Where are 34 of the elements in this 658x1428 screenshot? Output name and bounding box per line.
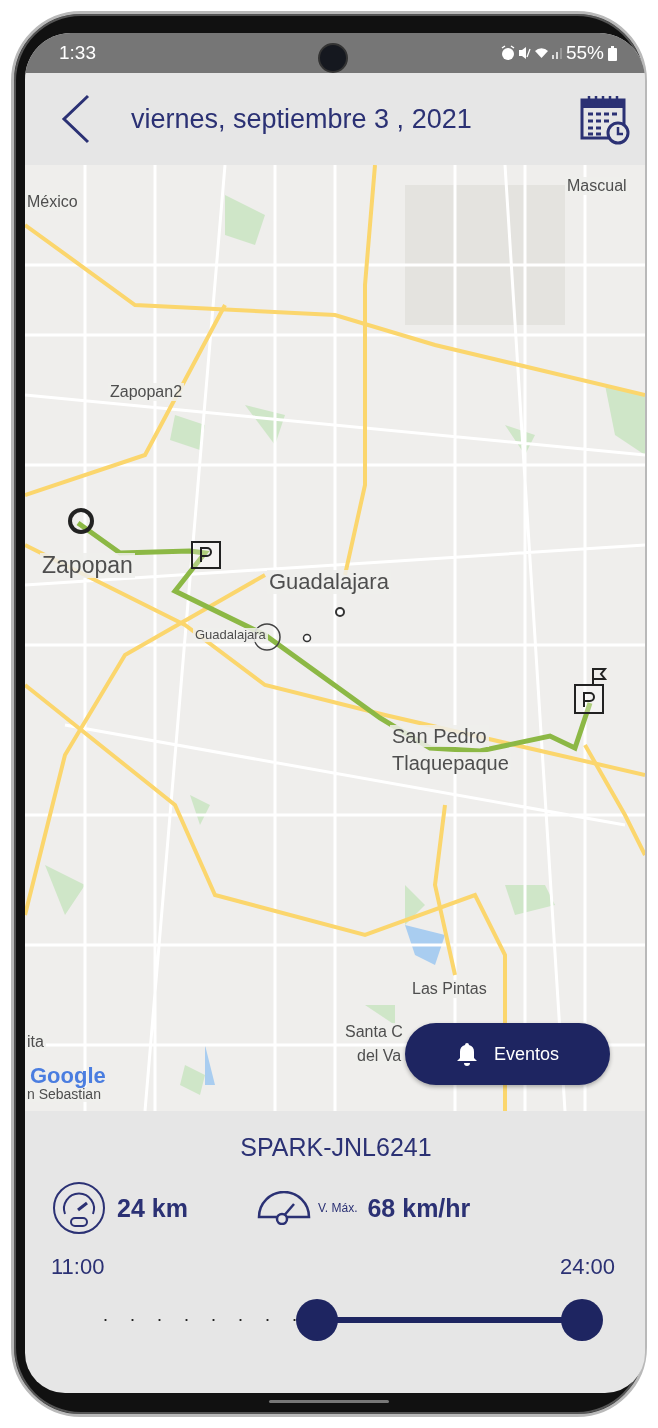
back-icon[interactable] bbox=[61, 94, 91, 144]
end-time: 24:00 bbox=[559, 1254, 615, 1280]
map-label: Mascual bbox=[565, 177, 629, 195]
battery-icon bbox=[608, 45, 617, 61]
map-label: Guadalajara bbox=[267, 570, 391, 595]
map-label: Zapopan2 bbox=[108, 383, 185, 401]
bell-icon bbox=[455, 1042, 478, 1066]
alarm-icon bbox=[500, 45, 515, 61]
map-logo: Google bbox=[30, 1065, 106, 1087]
battery-percent: 55% bbox=[565, 42, 604, 64]
signal-icon bbox=[551, 47, 562, 59]
map-label: Tlaquepaque bbox=[390, 752, 511, 774]
vehicle-name: SPARK-JNL6241 bbox=[239, 1133, 433, 1162]
map-label: n Sebastian bbox=[25, 1087, 103, 1103]
map-label: San Pedro bbox=[390, 725, 489, 747]
start-time: 11:00 bbox=[51, 1254, 105, 1280]
events-button[interactable]: Eventos bbox=[405, 1023, 610, 1085]
date-title[interactable]: viernes, septiembre 3 , 2021 bbox=[131, 103, 539, 135]
max-speed-value: 68 km/hr bbox=[367, 1193, 471, 1223]
slider-thumb[interactable] bbox=[561, 1299, 603, 1341]
status-time: 1:33 bbox=[59, 42, 96, 64]
calendar-clock-icon[interactable] bbox=[579, 93, 631, 145]
max-speed-label: V. Máx. bbox=[317, 1201, 358, 1215]
map-view[interactable]: México Mascual Zapopan2 Zapopan Guadalajara Guadalajara San Pedro Tlaquepaque Las Pintas Santa C del Va ita n Sebastian Google Eventos bbox=[25, 165, 645, 1111]
camera-icon bbox=[318, 43, 348, 73]
mute-icon bbox=[518, 46, 531, 60]
speedometer-icon bbox=[255, 1191, 312, 1225]
odometer-icon bbox=[51, 1180, 107, 1236]
distance-value: 24 km bbox=[117, 1193, 188, 1223]
wifi-icon bbox=[534, 48, 548, 58]
slider-thumb[interactable] bbox=[296, 1299, 339, 1341]
map-label: Las Pintas bbox=[410, 980, 489, 998]
map-label: Zapopan bbox=[40, 553, 135, 579]
map-label: Guadalajara bbox=[193, 628, 268, 643]
